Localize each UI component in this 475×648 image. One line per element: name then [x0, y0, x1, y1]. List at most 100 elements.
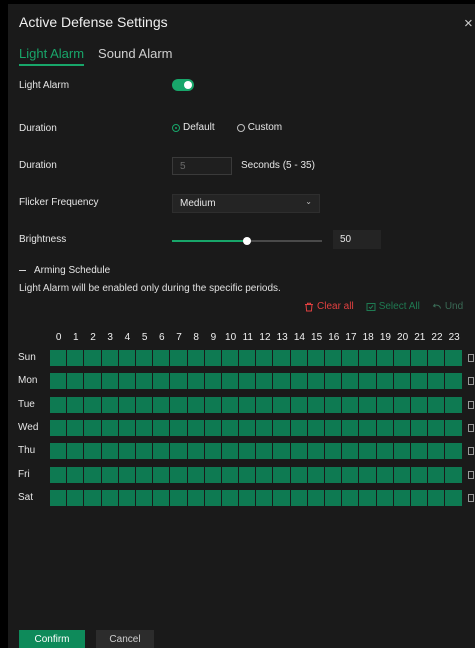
- schedule-cell[interactable]: [410, 396, 428, 413]
- schedule-cell[interactable]: [273, 419, 290, 436]
- schedule-cell[interactable]: [256, 489, 273, 506]
- schedule-cell[interactable]: [256, 443, 273, 460]
- schedule-cell[interactable]: [204, 350, 221, 366]
- light-alarm-toggle[interactable]: [172, 79, 194, 91]
- schedule-cell[interactable]: [445, 443, 462, 460]
- undo-button[interactable]: Und: [432, 301, 463, 312]
- tab-light-alarm[interactable]: Light Alarm: [19, 46, 85, 66]
- schedule-cell[interactable]: [307, 466, 324, 483]
- radio-custom[interactable]: Custom: [236, 122, 282, 133]
- schedule-cell[interactable]: [307, 443, 324, 460]
- schedule-cell[interactable]: [187, 419, 204, 436]
- schedule-cell[interactable]: [376, 396, 393, 413]
- schedule-cell[interactable]: [428, 350, 445, 366]
- schedule-cell[interactable]: [221, 419, 239, 436]
- schedule-cell[interactable]: [153, 350, 170, 366]
- schedule-cell[interactable]: [393, 350, 410, 366]
- schedule-cell[interactable]: [445, 489, 462, 506]
- schedule-cell[interactable]: [50, 350, 67, 366]
- schedule-cell[interactable]: [221, 489, 239, 506]
- schedule-cell[interactable]: [325, 419, 342, 436]
- radio-default[interactable]: Default: [172, 122, 215, 133]
- schedule-cell[interactable]: [84, 350, 101, 366]
- schedule-cell[interactable]: [290, 466, 307, 483]
- schedule-cell[interactable]: [359, 489, 376, 506]
- clear-all-button[interactable]: Clear all: [304, 301, 354, 312]
- brightness-value-input[interactable]: 50: [333, 230, 381, 249]
- schedule-cell[interactable]: [101, 396, 118, 413]
- schedule-cell[interactable]: [445, 350, 462, 366]
- schedule-cell[interactable]: [170, 396, 187, 413]
- schedule-cell[interactable]: [170, 419, 187, 436]
- schedule-cell[interactable]: [445, 466, 462, 483]
- schedule-cell[interactable]: [393, 443, 410, 460]
- schedule-cell[interactable]: [307, 419, 324, 436]
- schedule-cell[interactable]: [204, 466, 221, 483]
- schedule-cell[interactable]: [359, 350, 376, 366]
- schedule-cell[interactable]: [187, 350, 204, 366]
- schedule-cell[interactable]: [101, 466, 118, 483]
- schedule-cell[interactable]: [428, 466, 445, 483]
- schedule-cell[interactable]: [221, 373, 239, 390]
- schedule-cell[interactable]: [221, 350, 239, 366]
- schedule-cell[interactable]: [393, 466, 410, 483]
- schedule-cell[interactable]: [342, 350, 359, 366]
- schedule-cell[interactable]: [256, 350, 273, 366]
- schedule-cell[interactable]: [376, 419, 393, 436]
- schedule-cell[interactable]: [410, 443, 428, 460]
- schedule-cell[interactable]: [221, 396, 239, 413]
- schedule-cell[interactable]: [153, 443, 170, 460]
- row-select-checkbox[interactable]: [468, 377, 474, 386]
- schedule-cell[interactable]: [239, 466, 256, 483]
- schedule-cell[interactable]: [170, 373, 187, 390]
- schedule-cell[interactable]: [84, 396, 101, 413]
- row-select-checkbox[interactable]: [468, 354, 474, 362]
- schedule-cell[interactable]: [84, 466, 101, 483]
- confirm-button[interactable]: Confirm: [19, 630, 85, 648]
- tab-sound-alarm[interactable]: Sound Alarm: [98, 46, 172, 66]
- schedule-cell[interactable]: [445, 419, 462, 436]
- schedule-cell[interactable]: [342, 419, 359, 436]
- schedule-cell[interactable]: [118, 419, 135, 436]
- schedule-cell[interactable]: [359, 466, 376, 483]
- schedule-cell[interactable]: [153, 489, 170, 506]
- schedule-cell[interactable]: [170, 350, 187, 366]
- schedule-cell[interactable]: [290, 443, 307, 460]
- schedule-cell[interactable]: [67, 350, 84, 366]
- schedule-cell[interactable]: [50, 373, 67, 390]
- schedule-cell[interactable]: [445, 396, 462, 413]
- schedule-cell[interactable]: [290, 373, 307, 390]
- schedule-cell[interactable]: [135, 489, 153, 506]
- schedule-cell[interactable]: [393, 396, 410, 413]
- row-select-checkbox[interactable]: [468, 493, 474, 502]
- flicker-frequency-select[interactable]: Medium ⌄: [172, 194, 320, 213]
- schedule-cell[interactable]: [273, 489, 290, 506]
- schedule-cell[interactable]: [290, 396, 307, 413]
- schedule-cell[interactable]: [84, 489, 101, 506]
- schedule-cell[interactable]: [135, 443, 153, 460]
- schedule-cell[interactable]: [118, 489, 135, 506]
- schedule-cell[interactable]: [325, 466, 342, 483]
- slider-handle[interactable]: [243, 237, 251, 245]
- schedule-cell[interactable]: [221, 443, 239, 460]
- schedule-cell[interactable]: [135, 419, 153, 436]
- schedule-cell[interactable]: [118, 466, 135, 483]
- schedule-cell[interactable]: [410, 466, 428, 483]
- schedule-cell[interactable]: [325, 396, 342, 413]
- select-all-button[interactable]: Select All: [366, 301, 420, 312]
- schedule-cell[interactable]: [101, 373, 118, 390]
- schedule-cell[interactable]: [307, 489, 324, 506]
- schedule-cell[interactable]: [256, 373, 273, 390]
- schedule-cell[interactable]: [273, 350, 290, 366]
- schedule-cell[interactable]: [239, 396, 256, 413]
- schedule-cell[interactable]: [325, 373, 342, 390]
- row-select-checkbox[interactable]: [468, 423, 474, 432]
- schedule-cell[interactable]: [393, 373, 410, 390]
- schedule-cell[interactable]: [428, 443, 445, 460]
- schedule-cell[interactable]: [204, 373, 221, 390]
- schedule-cell[interactable]: [118, 350, 135, 366]
- schedule-cell[interactable]: [410, 373, 428, 390]
- schedule-cell[interactable]: [84, 443, 101, 460]
- schedule-cell[interactable]: [187, 373, 204, 390]
- schedule-cell[interactable]: [118, 443, 135, 460]
